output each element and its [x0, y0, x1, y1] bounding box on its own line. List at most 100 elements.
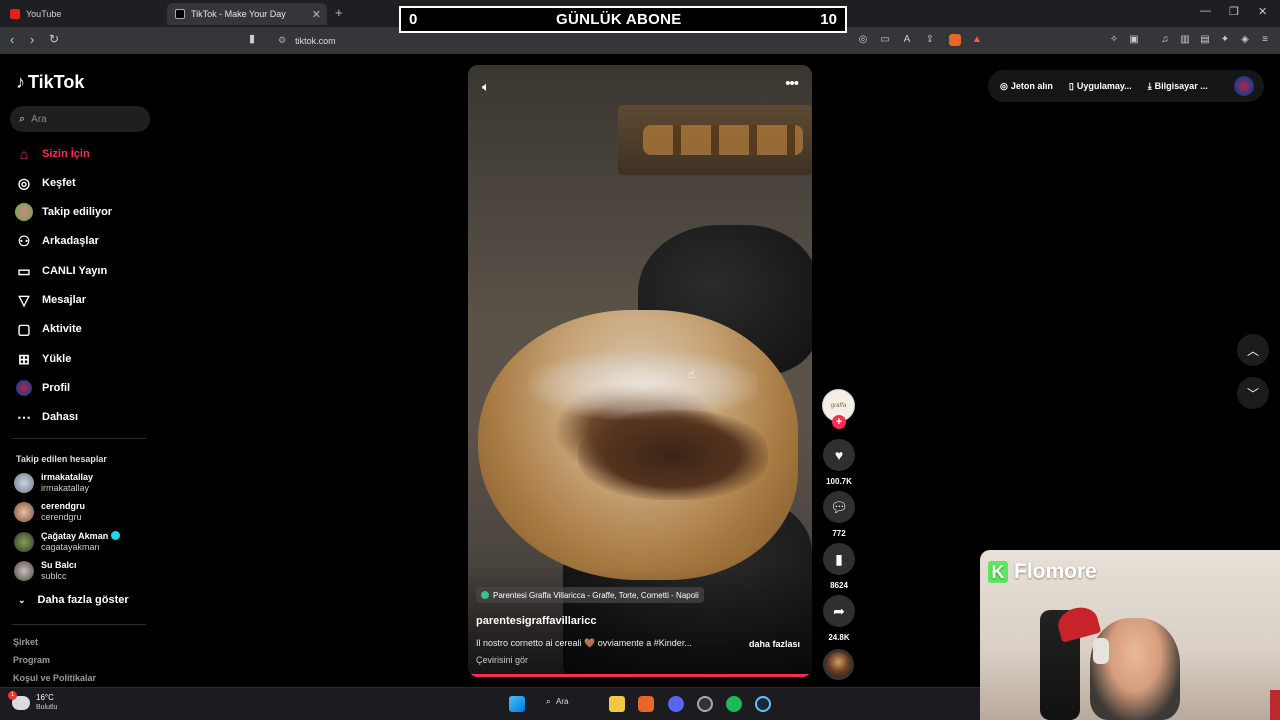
nav-explore[interactable]: ◎ Keşfet	[14, 173, 76, 193]
video-player[interactable]: 🔈︎ ••• ☝︎ Parentesi Graffa Villaricca - …	[468, 65, 812, 677]
location-pin-icon	[481, 591, 489, 599]
heart-icon[interactable]: ♥	[823, 439, 855, 471]
phone-icon: ▯	[1068, 80, 1074, 91]
nav-friends[interactable]: ⚇ Arkadaşlar	[14, 231, 99, 251]
file-explorer-icon[interactable]	[609, 696, 625, 712]
menu-icon[interactable]: ≡	[1259, 34, 1271, 46]
nav-label: Keşfet	[42, 177, 76, 189]
spotify-icon[interactable]	[726, 696, 742, 712]
nav-label: Dahası	[42, 411, 79, 423]
nav-label: Profil	[42, 382, 71, 394]
like-action[interactable]: ♥ 100.7K	[822, 439, 856, 486]
coin-icon: ◎	[1000, 80, 1008, 91]
nav-profile[interactable]: Profil	[14, 378, 70, 398]
avatar	[14, 561, 34, 581]
share-action[interactable]: ➦ 24.8K	[822, 595, 856, 642]
nav-messages[interactable]: ▽ Mesajlar	[14, 290, 86, 310]
caption-more-link[interactable]: daha fazlası	[749, 639, 800, 649]
weather-widget[interactable]: 1 16°C Bulutlu	[8, 691, 57, 713]
forward-icon[interactable]: ›	[30, 32, 34, 47]
next-video-button[interactable]: ﹀	[1237, 377, 1269, 409]
new-tab-button[interactable]: +	[335, 5, 343, 20]
comment-icon[interactable]: 💬︎	[823, 491, 855, 523]
taskbar-search[interactable]: ⌕ Ara	[546, 696, 569, 707]
video-frame-pastries	[643, 125, 803, 155]
comment-action[interactable]: 💬︎ 772	[822, 491, 856, 538]
see-translation-link[interactable]: Çevirisini gör	[476, 655, 528, 665]
tab-youtube[interactable]: YouTube	[2, 3, 162, 25]
wallet-icon[interactable]: ▤	[1199, 34, 1211, 46]
nav-more[interactable]: ⋯ Dahası	[14, 407, 78, 427]
minimize-window-button[interactable]: —	[1200, 5, 1211, 17]
following-account[interactable]: Çağatay Akman cagatayakman	[14, 531, 121, 553]
site-settings-icon[interactable]: ⚙	[278, 35, 286, 46]
leo-ai-icon[interactable]: ✦	[1219, 34, 1231, 46]
show-more-button[interactable]: ⌄ Daha fazla göster	[18, 594, 129, 606]
vpn-shield-icon[interactable]: ◈	[1239, 34, 1251, 46]
get-desktop-button[interactable]: ⤓ Bilgisayar ...	[1148, 81, 1208, 92]
screenshot-icon[interactable]: ▣	[1128, 34, 1140, 46]
discord-icon[interactable]	[668, 696, 684, 712]
nav-for-you[interactable]: ⌂ Sizin İçin	[14, 144, 90, 164]
following-account[interactable]: cerendgru cerendgru	[14, 501, 85, 523]
translate-icon[interactable]: A	[901, 34, 913, 46]
footer-link-program[interactable]: Program	[13, 655, 50, 665]
footer-link-company[interactable]: Şirket	[13, 637, 38, 647]
webcam-background-object	[1270, 690, 1280, 720]
brave-browser-icon[interactable]	[638, 696, 654, 712]
save-action[interactable]: ▮ 8624	[822, 543, 856, 590]
nav-following[interactable]: Takip ediliyor	[14, 202, 112, 222]
following-account[interactable]: irmakatallay irmakatallay	[14, 472, 93, 494]
music-icon[interactable]: ♫	[1159, 34, 1171, 46]
video-progress-bar[interactable]	[468, 674, 812, 677]
url-text: tiktok.com	[295, 35, 336, 46]
profile-avatar[interactable]	[1234, 76, 1254, 96]
maximize-window-button[interactable]: ❐	[1229, 5, 1239, 18]
share-icon[interactable]: ⇪	[924, 34, 936, 46]
close-tab-icon[interactable]: ✕	[312, 8, 321, 21]
webcam-brand-logo: K Flomore	[988, 560, 1097, 584]
brave-rewards-icon[interactable]: ▲	[971, 34, 983, 46]
sidebar-icon[interactable]: ▥	[1179, 34, 1191, 46]
sound-disc-icon[interactable]	[823, 649, 854, 680]
search-input[interactable]: ⌕ Ara	[10, 106, 150, 132]
extensions-icon[interactable]: ✧	[1108, 34, 1120, 46]
tab-tiktok[interactable]: TikTok - Make Your Day ✕	[167, 3, 327, 25]
following-account[interactable]: Su Balcı sublcc	[14, 560, 77, 582]
comment-count: 772	[832, 529, 846, 538]
volume-icon[interactable]: 🔈︎	[482, 79, 490, 95]
video-caption: Il nostro cornetto ai cereali 🤎 ovviamen…	[476, 638, 692, 648]
app-icon[interactable]	[697, 696, 713, 712]
get-coins-button[interactable]: ◎ Jeton alın	[1000, 81, 1053, 92]
nav-activity[interactable]: ▢ Aktivite	[14, 319, 81, 339]
tiktok-logo[interactable]: ♪ TikTok	[16, 72, 84, 93]
cast-icon[interactable]: ▭	[879, 34, 891, 46]
url-field[interactable]: ⚙ tiktok.com	[268, 30, 840, 51]
nav-live[interactable]: ▭ CANLI Yayın	[14, 261, 107, 281]
chevron-down-icon: ﹀	[1246, 386, 1259, 401]
location-tag[interactable]: Parentesi Graffa Villaricca - Graffe, To…	[476, 587, 704, 603]
nav-label: Arkadaşlar	[42, 235, 99, 247]
bookmark-icon[interactable]: ▮	[249, 32, 255, 45]
nav-upload[interactable]: ⊞ Yükle	[14, 349, 71, 369]
bookmark-icon[interactable]: ▮	[823, 543, 855, 575]
notification-badge: 1	[8, 691, 17, 700]
steam-icon[interactable]	[755, 696, 771, 712]
back-icon[interactable]: ‹	[10, 32, 14, 47]
home-icon: ⌂	[19, 146, 29, 162]
previous-video-button[interactable]: ︿	[1237, 334, 1269, 366]
get-app-button[interactable]: ▯ Uygulamay...	[1069, 81, 1132, 92]
tab-label: YouTube	[26, 9, 62, 19]
video-options-icon[interactable]: •••	[785, 75, 799, 92]
share-arrow-icon[interactable]: ➦	[823, 595, 855, 627]
brave-shields-icon[interactable]	[949, 34, 961, 46]
footer-link-terms[interactable]: Koşul ve Politikalar	[13, 673, 96, 683]
follow-button[interactable]: +	[832, 415, 846, 429]
close-window-button[interactable]: ✕	[1258, 5, 1267, 18]
nav-label: Yükle	[42, 353, 72, 365]
video-author-name[interactable]: parentesigraffavillaricc	[476, 615, 596, 627]
no-ai-icon[interactable]: ◎	[857, 34, 869, 46]
following-accounts-title: Takip edilen hesaplar	[16, 454, 107, 464]
reload-icon[interactable]: ↻	[49, 32, 59, 46]
windows-start-icon[interactable]	[509, 696, 525, 712]
